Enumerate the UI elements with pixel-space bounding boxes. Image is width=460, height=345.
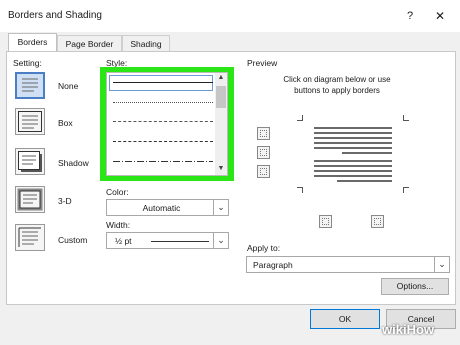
chevron-down-icon: ⌄ [213,200,228,215]
corner-mark [403,115,409,121]
box-preview-icon [18,111,42,132]
setting-shadow-icon[interactable] [15,148,45,175]
left-border-icon[interactable] [319,215,332,228]
inside-horizontal-border-icon[interactable] [257,146,270,159]
tab-page-border[interactable]: Page Border [57,35,122,52]
text-line [314,160,392,162]
setting-custom-icon[interactable] [15,224,45,251]
top-border-icon[interactable] [257,127,270,140]
help-button[interactable]: ? [400,6,420,26]
scroll-up-icon[interactable]: ▲ [215,74,227,81]
close-icon[interactable]: ✕ [430,6,450,26]
preview-label: Preview [247,58,278,68]
width-dropdown[interactable]: ½ pt ⌄ [106,232,229,249]
scroll-down-icon[interactable]: ▼ [215,165,227,172]
custom-preview-icon [18,227,41,247]
bottom-border-icon[interactable] [257,165,270,178]
text-line [314,132,392,134]
color-dropdown[interactable]: Automatic ⌄ [106,199,229,216]
setting-none-label[interactable]: None [58,81,78,91]
text-line [314,127,392,129]
text-line [337,180,392,182]
color-label: Color: [106,187,129,197]
apply-to-value: Paragraph [253,260,293,270]
corner-mark [297,115,303,121]
text-line [342,152,392,154]
width-sample-line [151,241,209,242]
setting-3d-icon[interactable] [15,186,45,213]
preview-instructions: Click on diagram below or use buttons to… [283,75,391,95]
chevron-down-icon: ⌄ [213,233,228,248]
text-line [314,147,392,149]
corner-mark [297,187,303,193]
ok-button[interactable]: OK [310,309,380,329]
scroll-thumb[interactable] [216,86,226,108]
tab-borders-label: Borders [17,37,48,47]
color-value: Automatic [142,203,181,213]
setting-custom-label[interactable]: Custom [58,235,87,245]
text-line [314,170,392,172]
text-line [314,175,392,177]
tab-page-border-label: Page Border [65,39,114,49]
3d-preview-icon [17,188,43,211]
style-solid-line[interactable] [113,82,213,83]
setting-3d-label[interactable]: 3-D [58,196,72,206]
style-dashed-fine-line[interactable] [113,121,213,122]
setting-box-label[interactable]: Box [58,118,73,128]
shadow-preview-icon [18,151,42,172]
text-line [314,165,392,167]
setting-label: Setting: [13,58,42,68]
none-preview-icon [22,78,38,92]
wikihow-watermark: wikiHow [382,322,435,337]
dialog-title: Borders and Shading [8,10,102,21]
tab-borders[interactable]: Borders [8,33,57,52]
style-dash-dot-line[interactable] [113,161,213,162]
right-border-icon[interactable] [371,215,384,228]
style-list[interactable] [106,72,228,176]
text-line [314,142,392,144]
preview-diagram[interactable] [297,115,409,193]
apply-to-label: Apply to: [247,243,281,253]
corner-mark [403,187,409,193]
text-line [314,137,392,139]
width-label: Width: [106,220,131,230]
setting-none-icon[interactable] [15,72,45,99]
options-button[interactable]: Options... [381,278,449,295]
setting-shadow-label[interactable]: Shadow [58,158,89,168]
tab-shading-label: Shading [130,39,162,49]
width-value: ½ pt [115,236,132,246]
setting-box-icon[interactable] [15,108,45,135]
style-selected-row[interactable] [109,75,213,91]
style-dashed-line[interactable] [113,141,213,142]
apply-to-dropdown[interactable]: Paragraph ⌄ [246,256,450,273]
chevron-down-icon: ⌄ [434,257,449,272]
tab-shading[interactable]: Shading [122,35,170,52]
style-dotted-line[interactable] [113,102,213,103]
